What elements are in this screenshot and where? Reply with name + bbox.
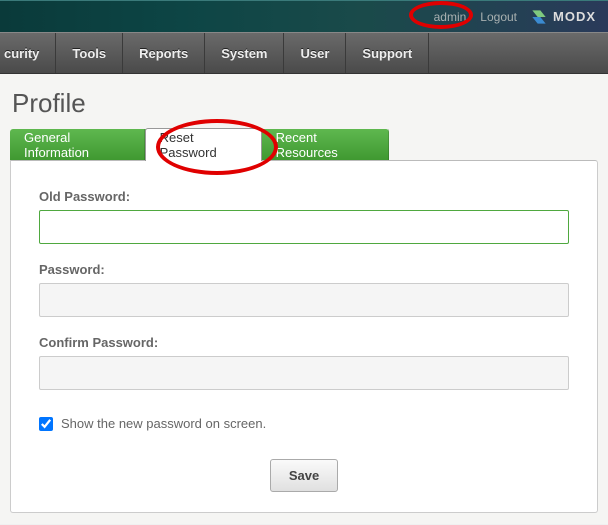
old-password-label: Old Password: (39, 189, 569, 204)
menu-bar: curity Tools Reports System User Support (0, 32, 608, 74)
password-label: Password: (39, 262, 569, 277)
tab-general-information[interactable]: General Information (10, 129, 145, 161)
tab-recent-resources[interactable]: Recent Resources (262, 129, 389, 161)
modx-logo-icon (531, 9, 547, 25)
confirm-password-label: Confirm Password: (39, 335, 569, 350)
menu-item-system[interactable]: System (205, 33, 284, 73)
old-password-input[interactable] (39, 210, 569, 244)
form-panel: Old Password: Password: Confirm Password… (10, 160, 598, 513)
password-input[interactable] (39, 283, 569, 317)
brand-text: MODX (553, 9, 596, 24)
brand-logo[interactable]: MODX (531, 9, 596, 25)
menu-item-security[interactable]: curity (0, 33, 56, 73)
menu-item-support[interactable]: Support (346, 33, 429, 73)
page-body: Profile General Information Reset Passwo… (0, 74, 608, 524)
confirm-password-input[interactable] (39, 356, 569, 390)
tab-reset-password[interactable]: Reset Password (145, 128, 262, 161)
menu-item-reports[interactable]: Reports (123, 33, 205, 73)
logout-link[interactable]: Logout (480, 10, 517, 24)
save-button[interactable]: Save (270, 459, 338, 492)
show-password-row[interactable]: Show the new password on screen. (39, 416, 569, 431)
show-password-label: Show the new password on screen. (61, 416, 266, 431)
top-bar: admin Logout MODX (0, 0, 608, 32)
tab-strip: General Information Reset Password Recen… (10, 129, 389, 161)
menu-item-user[interactable]: User (284, 33, 346, 73)
show-password-checkbox[interactable] (39, 417, 53, 431)
page-title: Profile (10, 88, 598, 119)
user-link[interactable]: admin (434, 10, 467, 24)
menu-item-tools[interactable]: Tools (56, 33, 123, 73)
